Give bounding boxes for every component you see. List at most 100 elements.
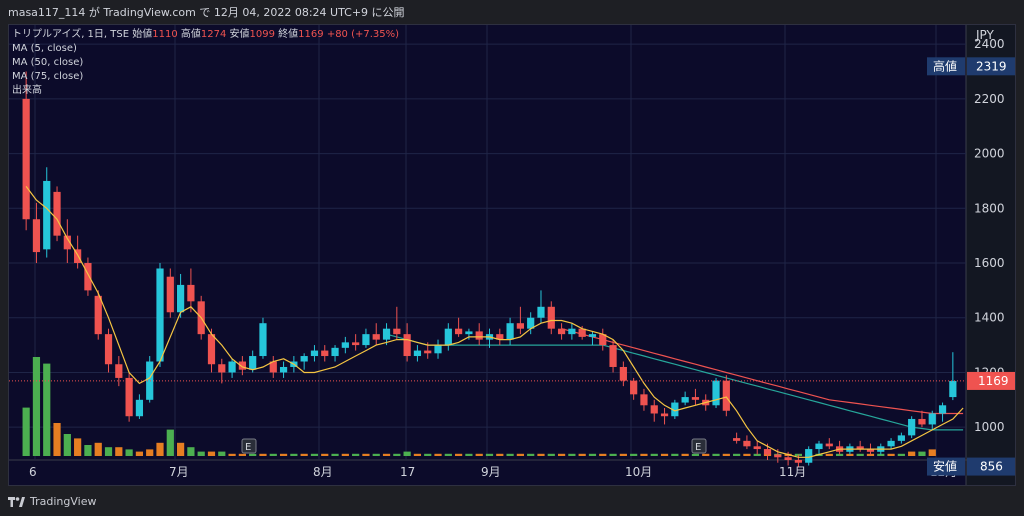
volume-bar (485, 453, 494, 456)
candle-body (115, 364, 123, 378)
indicator-ma5[interactable]: MA (5, close) (12, 42, 399, 56)
y-tick-label: 1600 (974, 256, 1005, 270)
close-label: 終値 (278, 29, 299, 40)
candle-body (352, 342, 360, 346)
volume-bar (897, 453, 905, 456)
candle-body (53, 191, 61, 236)
candle-body (207, 334, 216, 365)
candle-body (362, 334, 370, 346)
candle-body (135, 399, 144, 417)
candle-body (784, 457, 792, 460)
candle-body (681, 397, 689, 403)
volume-bar (228, 453, 236, 456)
indicator-ma50[interactable]: MA (50, close) (12, 56, 399, 70)
candle-body (176, 284, 185, 313)
candle-body (218, 364, 226, 373)
candle-body (619, 366, 627, 381)
volume-bar (516, 453, 524, 456)
volume-bar (465, 453, 473, 456)
volume-bar (259, 453, 267, 456)
volume-bar (908, 451, 916, 456)
volume-bar (63, 434, 71, 456)
volume-bar (156, 442, 164, 456)
close-value: 1169 (298, 29, 324, 40)
volume-bar (434, 453, 442, 456)
candle-body (403, 334, 411, 357)
volume-bar (630, 453, 638, 456)
volume-bar (455, 453, 463, 456)
candle-body (475, 331, 483, 340)
volume-bar (249, 453, 257, 456)
candle-body (444, 328, 452, 346)
candle-body (887, 440, 895, 447)
volume-bar (32, 357, 41, 456)
volume-bar (331, 453, 339, 456)
volume-bar (681, 453, 689, 456)
candle-body (712, 380, 720, 406)
open-value: 1110 (152, 29, 178, 40)
change-value: +80 (+7.35%) (326, 29, 400, 40)
high-value: 2319 (976, 59, 1007, 73)
x-tick-label: 9月 (481, 465, 501, 479)
candle-body (465, 331, 473, 335)
earnings-flag: E (245, 442, 251, 453)
volume-bar (393, 453, 401, 456)
candle-body (949, 380, 957, 398)
tradingview-logo[interactable]: TradingView (8, 495, 96, 508)
x-tick-label: 17 (400, 465, 415, 479)
candle-body (743, 440, 751, 447)
volume-bar (918, 451, 926, 456)
candle-body (815, 443, 823, 450)
volume-bar (743, 453, 751, 456)
volume-bar (238, 453, 246, 456)
candle-body (733, 438, 741, 441)
candle-body (691, 397, 700, 400)
candle-body (722, 380, 730, 411)
candle-body (650, 405, 658, 414)
volume-bar (362, 453, 370, 456)
volume-bar (506, 453, 514, 456)
volume-bar (557, 453, 566, 456)
candle-body (630, 380, 638, 395)
candle-body (84, 263, 92, 291)
indicator-ma75[interactable]: MA (75, close) (12, 70, 399, 84)
volume-bar (146, 449, 154, 456)
tradingview-logo-icon (8, 496, 25, 507)
volume-bar (207, 451, 216, 456)
candle-body (774, 454, 782, 458)
volume-bar (599, 453, 607, 456)
candle-body (938, 405, 947, 414)
candle-body (321, 350, 329, 357)
volume-bar (135, 451, 144, 456)
publisher-line: masa117_114 が TradingView.com で 12月 04, … (8, 6, 405, 19)
candle-body (104, 334, 113, 365)
candle-body (249, 356, 257, 370)
volume-bar (341, 453, 349, 456)
volume-bar (537, 453, 545, 456)
volume-bar (166, 429, 174, 456)
x-tick-label: 10月 (625, 465, 652, 479)
volume-bar (300, 453, 308, 456)
candle-body (547, 306, 555, 329)
candle-body (918, 418, 926, 425)
candle-body (825, 443, 833, 447)
candle-body (660, 413, 669, 417)
candle-body (393, 328, 401, 335)
volume-bar (578, 453, 586, 456)
candle-body (928, 413, 936, 425)
publisher-bar: masa117_114 が TradingView.com で 12月 04, … (0, 0, 1024, 24)
x-tick-label: 8月 (313, 465, 333, 479)
volume-bar (702, 453, 710, 456)
candle-body (341, 342, 349, 348)
candle-body (310, 350, 319, 357)
high-label: 高値 (933, 58, 957, 73)
y-tick-label: 1800 (974, 201, 1005, 215)
low-value: 1099 (249, 29, 275, 40)
indicator-volume[interactable]: 出来高 (12, 84, 399, 98)
x-tick-label: 11月 (779, 465, 806, 479)
volume-bar (310, 453, 319, 456)
footer: TradingView (0, 486, 1024, 516)
volume-bar (53, 423, 61, 456)
candle-body (228, 361, 236, 373)
candle-body (424, 350, 432, 354)
